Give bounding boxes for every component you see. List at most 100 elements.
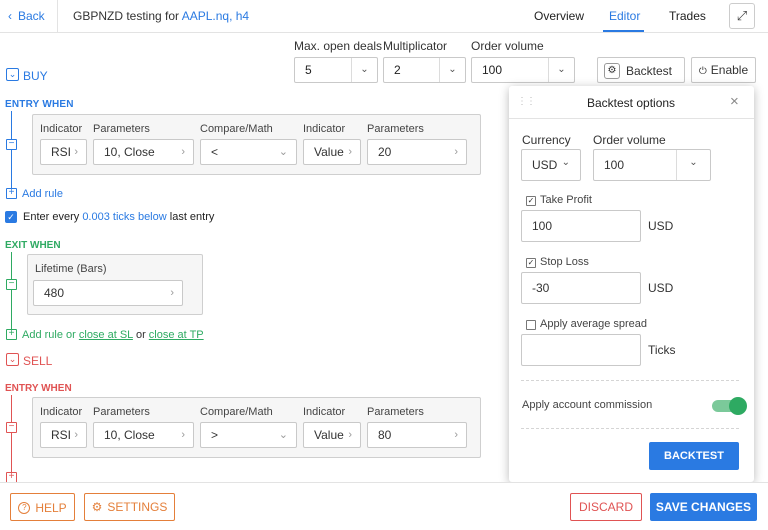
rule-header: Indicator xyxy=(303,406,346,418)
spread-unit: Ticks xyxy=(648,343,676,357)
chevron-down-icon: ⌄ xyxy=(548,58,574,82)
chevron-right-icon: › xyxy=(74,146,78,158)
add-rule-link[interactable]: Add rule xyxy=(22,188,63,200)
remove-rule-icon[interactable]: − xyxy=(6,139,17,150)
commission-label: Apply account commission xyxy=(522,399,653,411)
remove-sell-rule-icon[interactable]: − xyxy=(6,422,17,433)
collapse-buy-icon[interactable]: ⌄ xyxy=(6,68,19,81)
chevron-right-icon: › xyxy=(348,429,352,441)
commission-toggle[interactable] xyxy=(712,397,747,415)
chevron-right-icon: › xyxy=(348,146,352,158)
remove-exit-rule-icon[interactable]: − xyxy=(6,279,17,290)
close-icon[interactable]: × xyxy=(730,93,739,110)
help-button[interactable]: ? HELP xyxy=(10,493,75,521)
rule-header: Indicator xyxy=(40,123,83,135)
stop-loss-label: Stop Loss xyxy=(540,256,589,268)
tab-trades[interactable]: Trades xyxy=(669,9,706,23)
enter-every-checkbox[interactable]: ✓ xyxy=(5,211,17,223)
spread-input[interactable] xyxy=(521,334,641,366)
parameters-select[interactable]: 10, Close › xyxy=(93,139,194,165)
rule-header: Indicator xyxy=(303,123,346,135)
add-rule-icon[interactable]: + xyxy=(6,188,17,199)
collapse-sell-icon[interactable]: ⌄ xyxy=(6,353,19,366)
active-tab-underline xyxy=(603,30,644,32)
exit-rule: Lifetime (Bars) 480 › xyxy=(27,254,203,315)
stop-loss-checkbox[interactable]: ✓ xyxy=(526,258,536,268)
apply-spread-checkbox[interactable] xyxy=(526,320,536,330)
buy-entry-line xyxy=(11,111,12,196)
close-at-sl-link[interactable]: close at SL xyxy=(79,329,133,341)
chevron-right-icon: › xyxy=(181,429,185,441)
sell-entry-rule: Indicator Parameters Compare/Math Indica… xyxy=(32,397,481,458)
tab-overview[interactable]: Overview xyxy=(534,9,584,23)
divider xyxy=(521,428,739,429)
bottom-bar: ? HELP ⚙ SETTINGS DISCARD SAVE CHANGES xyxy=(0,482,768,530)
chevron-down-icon: ⌄ xyxy=(561,157,570,168)
back-link[interactable]: ‹ Back xyxy=(8,9,51,23)
order-volume-label: Order volume xyxy=(471,39,544,53)
top-bar: ‹ Back GBPNZD testing for AAPL.nq, h4 Ove… xyxy=(0,0,768,33)
chevron-down-icon: ⌄ xyxy=(439,58,465,82)
apply-spread-label: Apply average spread xyxy=(540,318,648,330)
rule-header: Parameters xyxy=(93,406,150,418)
lifetime-input[interactable]: 480 › xyxy=(33,280,183,306)
tab-editor[interactable]: Editor xyxy=(609,9,640,23)
toggle-knob xyxy=(729,397,747,415)
stop-loss-unit: USD xyxy=(648,281,674,295)
indicator-select[interactable]: RSI › xyxy=(40,139,87,165)
multiplicator-select[interactable]: 2 ⌄ xyxy=(383,57,466,83)
compare-select[interactable]: > ⌄ xyxy=(200,422,297,448)
exit-line xyxy=(11,252,12,335)
fullscreen-button[interactable]: ⤢ xyxy=(729,3,755,29)
indicator2-select[interactable]: Value › xyxy=(303,139,361,165)
chevron-down-icon: ⌄ xyxy=(351,58,377,82)
chevron-down-icon: ⌄ xyxy=(278,146,288,158)
max-open-deals-select[interactable]: 5 ⌄ xyxy=(294,57,378,83)
indicator-select[interactable]: RSI › xyxy=(40,422,87,448)
page-title: GBPNZD testing for AAPL.nq, h4 xyxy=(73,9,250,23)
buy-section-label: BUY xyxy=(23,69,48,83)
enable-button[interactable]: ⏻ Enable xyxy=(691,57,756,83)
divider xyxy=(521,380,739,381)
settings-button[interactable]: ⚙ SETTINGS xyxy=(84,493,175,521)
buy-entry-when-label: ENTRY WHEN xyxy=(5,99,74,110)
chevron-down-icon: ⌄ xyxy=(278,429,288,441)
chevron-down-icon: ⌄ xyxy=(676,150,710,180)
parameters2-input[interactable]: 80 › xyxy=(367,422,467,448)
order-volume-select[interactable]: 100 ⌄ xyxy=(593,149,711,181)
lifetime-label: Lifetime (Bars) xyxy=(35,263,107,275)
divider xyxy=(57,0,58,33)
sell-section-label: SELL xyxy=(23,354,53,368)
power-icon: ⏻ xyxy=(698,66,707,77)
indicator2-select[interactable]: Value › xyxy=(303,422,361,448)
rule-header: Indicator xyxy=(40,406,83,418)
currency-select[interactable]: USD ⌄ xyxy=(521,149,581,181)
rule-header: Compare/Math xyxy=(200,406,273,418)
panel-header: ⋮⋮ Backtest options × xyxy=(509,86,754,119)
close-at-tp-link[interactable]: close at TP xyxy=(149,329,204,341)
chevron-right-icon: › xyxy=(181,146,185,158)
take-profit-input[interactable]: 100 xyxy=(521,210,641,242)
rule-header: Parameters xyxy=(93,123,150,135)
order-volume-label: Order volume xyxy=(593,133,666,147)
parameters-select[interactable]: 10, Close › xyxy=(93,422,194,448)
sell-entry-line xyxy=(11,395,12,482)
drag-handle-icon[interactable]: ⋮⋮ xyxy=(517,96,536,107)
order-volume-select[interactable]: 100 ⌄ xyxy=(471,57,575,83)
discard-button[interactable]: DISCARD xyxy=(570,493,642,521)
instrument-link[interactable]: AAPL.nq, h4 xyxy=(182,9,249,23)
ticks-link[interactable]: 0.003 ticks below xyxy=(82,211,166,223)
take-profit-label: Take Profit xyxy=(540,194,592,206)
stop-loss-input[interactable]: -30 xyxy=(521,272,641,304)
expand-icon: ⤢ xyxy=(736,8,748,23)
backtest-button[interactable]: ⚙ Backtest xyxy=(597,57,685,83)
multiplicator-label: Multiplicator xyxy=(383,39,448,53)
save-changes-button[interactable]: SAVE CHANGES xyxy=(650,493,757,521)
run-backtest-button[interactable]: BACKTEST xyxy=(649,442,739,470)
add-rule-link[interactable]: Add rule or xyxy=(22,329,79,341)
compare-select[interactable]: < ⌄ xyxy=(200,139,297,165)
parameters2-input[interactable]: 20 › xyxy=(367,139,467,165)
exit-when-label: EXIT WHEN xyxy=(5,240,61,251)
take-profit-checkbox[interactable]: ✓ xyxy=(526,196,536,206)
add-exit-rule-icon[interactable]: + xyxy=(6,329,17,340)
